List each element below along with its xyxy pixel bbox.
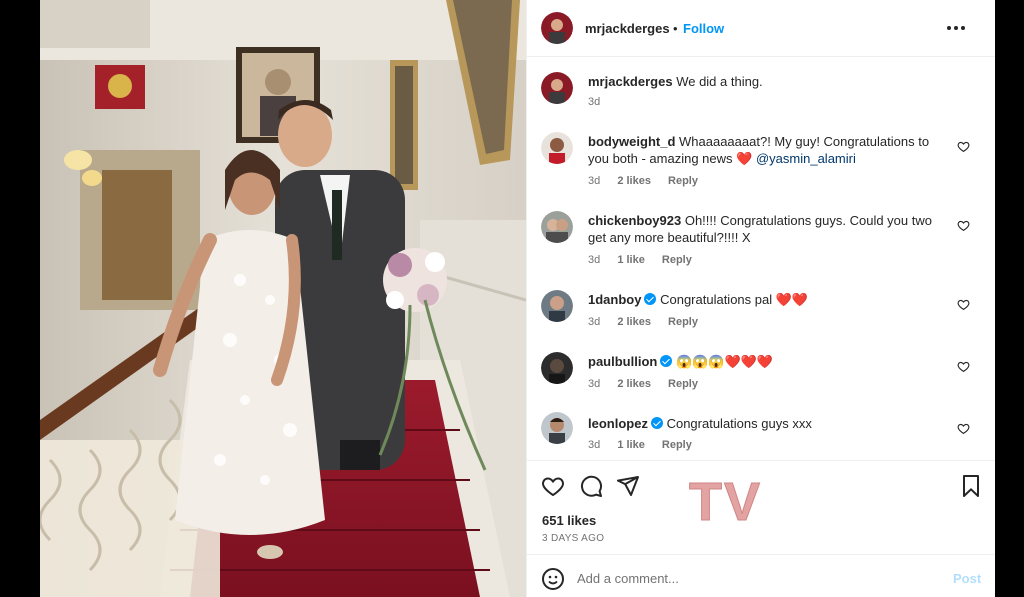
comment-meta: 3d 1 like Reply	[588, 439, 706, 451]
post-header: mrjackderges • Follow	[527, 0, 995, 57]
commenter-avatar[interactable]	[541, 412, 573, 444]
comment-time: 3d	[588, 378, 601, 390]
comment-body: Congratulations pal	[660, 292, 773, 307]
comment-text: chickenboy923 Oh!!!! Congratulations guy…	[588, 212, 948, 246]
comment-meta: 3d 1 like Reply	[588, 254, 706, 266]
instagram-post-window: mrjackderges • Follow mrjackderges We di…	[40, 0, 995, 597]
heart-icon[interactable]	[541, 474, 565, 498]
post-details-panel: mrjackderges • Follow mrjackderges We di…	[526, 0, 995, 597]
author-username[interactable]: mrjackderges	[585, 21, 670, 36]
caption-body: We did a thing.	[676, 74, 763, 89]
caption-meta: 3d	[588, 96, 614, 108]
comment-icon[interactable]	[579, 474, 603, 498]
reply-button[interactable]: Reply	[668, 378, 698, 390]
post-photo[interactable]	[40, 0, 526, 597]
comment-time: 3d	[588, 175, 601, 187]
caption-avatar[interactable]	[541, 72, 573, 104]
comment-emoji: 😱😱😱❤️❤️❤️	[675, 354, 774, 369]
commenter-avatar[interactable]	[541, 132, 573, 164]
commenter-avatar[interactable]	[541, 290, 573, 322]
caption-time: 3d	[588, 96, 601, 108]
like-count[interactable]: 651 likes	[542, 513, 596, 528]
comment-input[interactable]	[577, 566, 917, 590]
wedding-photo-image	[40, 0, 526, 597]
comment-username[interactable]: leonlopez	[588, 416, 648, 431]
comment-username[interactable]: paulbullion	[588, 354, 657, 369]
post-comment-button[interactable]: Post	[953, 571, 981, 586]
comment-meta: 3d 2 likes Reply	[588, 316, 712, 328]
reply-button[interactable]: Reply	[668, 175, 698, 187]
reply-button[interactable]: Reply	[662, 439, 692, 451]
comment-likes[interactable]: 1 like	[617, 439, 645, 451]
bookmark-icon[interactable]	[959, 474, 983, 498]
caption-username[interactable]: mrjackderges	[588, 74, 673, 89]
follow-button[interactable]: Follow	[683, 21, 724, 36]
comment-text: paulbullion 😱😱😱❤️❤️❤️	[588, 353, 948, 370]
comment-like-heart-icon[interactable]	[957, 360, 970, 373]
verified-badge-icon	[660, 355, 673, 367]
comment-like-heart-icon[interactable]	[957, 422, 970, 435]
tv-watermark: TV	[688, 472, 763, 533]
reply-button[interactable]: Reply	[668, 316, 698, 328]
comment-text: bodyweight_d Whaaaaaaaat?! My guy! Congr…	[588, 133, 948, 167]
comment-username[interactable]: 1danboy	[588, 292, 641, 307]
comment-text: 1danboy Congratulations pal ❤️❤️	[588, 291, 948, 308]
paper-plane-icon[interactable]	[616, 474, 640, 498]
comment-composer: Post	[527, 554, 995, 597]
verified-badge-icon	[644, 293, 657, 305]
reply-button[interactable]: Reply	[662, 254, 692, 266]
comment-meta: 3d 2 likes Reply	[588, 378, 712, 390]
author-avatar[interactable]	[541, 12, 573, 44]
header-separator: •	[673, 21, 678, 36]
comment-username[interactable]: bodyweight_d	[588, 134, 675, 149]
post-actions-bar: TV 651 likes 3 DAYS AGO	[527, 460, 995, 554]
commenter-avatar[interactable]	[541, 352, 573, 384]
comment-time: 3d	[588, 254, 601, 266]
comment-like-heart-icon[interactable]	[957, 219, 970, 232]
verified-badge-icon	[650, 417, 663, 429]
screen-border	[995, 0, 1024, 597]
caption-text: mrjackderges We did a thing.	[588, 73, 948, 90]
comment-like-heart-icon[interactable]	[957, 140, 970, 153]
comment-mention-link[interactable]: @yasmin_alamiri	[756, 151, 856, 166]
comment-like-heart-icon[interactable]	[957, 298, 970, 311]
post-timestamp: 3 DAYS AGO	[542, 533, 605, 544]
comment-likes[interactable]: 2 likes	[617, 316, 651, 328]
comment-body: Congratulations guys xxx	[666, 416, 812, 431]
comment-time: 3d	[588, 439, 601, 451]
comment-emoji: ❤️❤️	[775, 292, 809, 307]
comment-text: leonlopez Congratulations guys xxx	[588, 415, 948, 432]
comment-likes[interactable]: 2 likes	[617, 378, 651, 390]
comment-likes[interactable]: 1 like	[617, 254, 645, 266]
more-options-icon[interactable]	[945, 18, 967, 38]
comment-likes[interactable]: 2 likes	[617, 175, 651, 187]
smiley-icon[interactable]	[541, 567, 565, 591]
comment-meta: 3d 2 likes Reply	[588, 175, 712, 187]
comment-emoji: ❤️	[736, 151, 753, 166]
comment-username[interactable]: chickenboy923	[588, 213, 681, 228]
comment-time: 3d	[588, 316, 601, 328]
commenter-avatar[interactable]	[541, 211, 573, 243]
